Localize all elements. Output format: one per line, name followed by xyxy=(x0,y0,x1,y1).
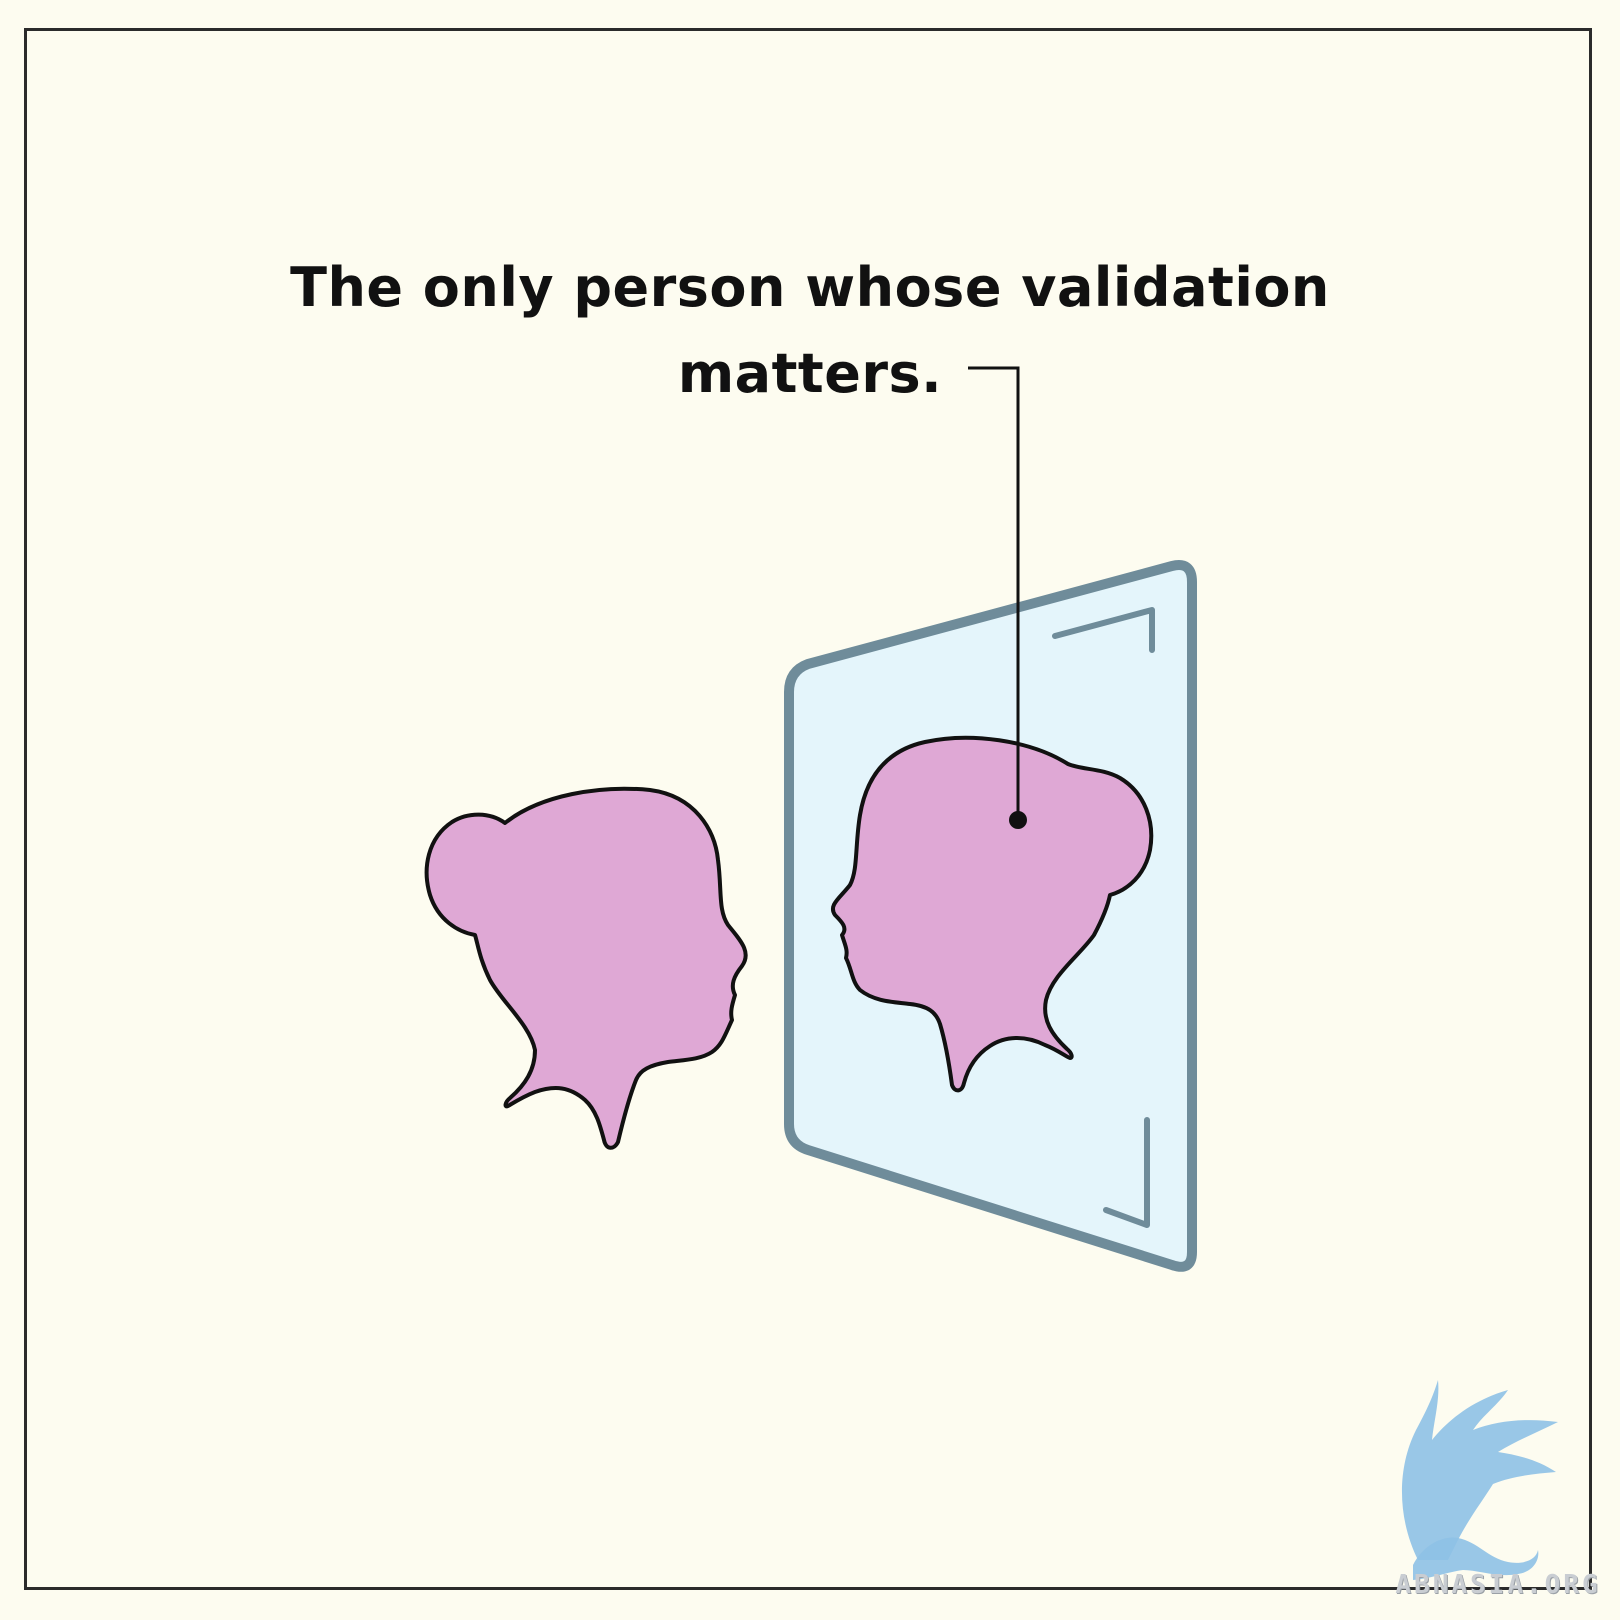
watermark-text: ABNASIA.ORG xyxy=(1395,1570,1601,1600)
watermark-logo xyxy=(1401,1380,1558,1580)
illustration-canvas: The only person whose validation matters… xyxy=(0,0,1620,1620)
callout-dot xyxy=(1009,811,1027,829)
logo-wing-icon xyxy=(1401,1380,1558,1560)
real-head-silhouette xyxy=(424,786,748,1150)
mirror-scene xyxy=(424,366,1197,1272)
